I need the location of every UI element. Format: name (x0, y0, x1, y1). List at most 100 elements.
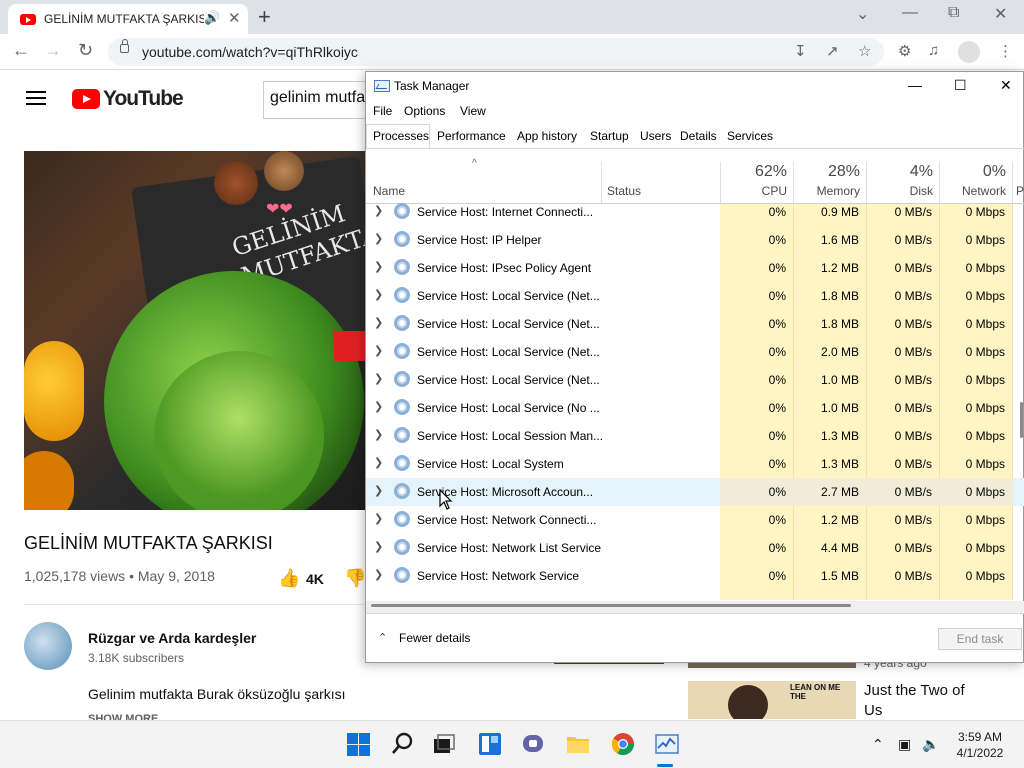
expand-chevron-icon[interactable]: ❯ (374, 428, 383, 441)
table-row[interactable]: ❯ Service Host: Local Service (No ... 0%… (366, 394, 1024, 422)
tab-users[interactable]: Users (640, 129, 671, 143)
tab-search-chevron-icon[interactable]: ⌄ (856, 4, 869, 24)
show-hidden-icons-icon[interactable]: ⌃ (872, 736, 884, 753)
expand-chevron-icon[interactable]: ❯ (374, 400, 383, 413)
chat-icon[interactable] (520, 731, 546, 757)
expand-chevron-icon[interactable]: ❯ (374, 344, 383, 357)
table-row[interactable]: ❯ Service Host: Local Service (Net... 0%… (366, 366, 1024, 394)
hamburger-menu-icon[interactable] (26, 91, 46, 93)
volume-icon[interactable]: 🔈 (922, 736, 939, 753)
youtube-logo-icon[interactable] (72, 89, 100, 109)
taskbar-clock[interactable]: 3:59 AM 4/1/2022 (950, 729, 1010, 761)
tab-startup[interactable]: Startup (590, 129, 629, 143)
cpu-percent[interactable]: 62% (721, 163, 787, 181)
channel-name[interactable]: Rüzgar ve Arda kardeşler (88, 630, 256, 646)
minimize-window-icon[interactable]: — (902, 4, 918, 22)
back-icon[interactable]: ← (12, 40, 30, 61)
tab-performance[interactable]: Performance (437, 129, 506, 143)
menu-file[interactable]: File (373, 104, 392, 118)
youtube-logo-text[interactable]: YouTube (103, 87, 184, 111)
tab-app-history[interactable]: App history (517, 129, 577, 143)
column-next[interactable]: P (1016, 184, 1024, 198)
network-percent[interactable]: 0% (940, 163, 1006, 181)
process-list[interactable]: ❯ Service Host: Internet Connecti... 0% … (366, 198, 1024, 601)
expand-chevron-icon[interactable]: ❯ (374, 456, 383, 469)
bookmark-star-icon[interactable]: ☆ (858, 42, 871, 60)
extensions-icon[interactable]: ⚙ (898, 42, 911, 60)
file-explorer-icon[interactable] (565, 731, 591, 757)
expand-chevron-icon[interactable]: ❯ (374, 316, 383, 329)
tab-close-icon[interactable]: ✕ (228, 9, 241, 27)
start-windows-icon[interactable] (347, 733, 370, 756)
new-tab-icon[interactable]: + (258, 4, 271, 30)
channel-avatar[interactable] (24, 622, 72, 670)
tm-maximize-icon[interactable]: ☐ (954, 77, 967, 94)
menu-view[interactable]: View (460, 104, 486, 118)
table-row[interactable]: ❯ Service Host: Network Service 0% 1.5 M… (366, 562, 1024, 590)
vertical-scrollbar-thumb[interactable] (1020, 402, 1023, 438)
tab-services[interactable]: Services (727, 129, 773, 143)
share-icon[interactable]: ↗ (826, 42, 839, 60)
horizontal-scrollbar-thumb[interactable] (371, 604, 851, 607)
chrome-menu-icon[interactable]: ⋮ (998, 42, 1013, 60)
chevron-up-icon[interactable]: ⌃ (378, 631, 387, 644)
column-network[interactable]: Network (940, 184, 1006, 198)
search-icon[interactable] (390, 731, 416, 757)
horizontal-scrollbar[interactable] (366, 601, 1024, 613)
recommended-title[interactable]: Just the Two of Us (864, 681, 984, 721)
end-task-button[interactable]: End task (938, 628, 1022, 650)
recommended-thumbnail-2[interactable]: LEAN ON ME THE (688, 681, 856, 719)
media-control-icon[interactable]: ♫ (928, 42, 939, 59)
video-player[interactable]: ❤❤ GELİNİM MUTFAKTA (24, 151, 365, 510)
expand-chevron-icon[interactable]: ❯ (374, 568, 383, 581)
expand-chevron-icon[interactable]: ❯ (374, 512, 383, 525)
widgets-icon[interactable] (477, 731, 503, 757)
url-text[interactable]: youtube.com/watch?v=qiThRlkoiyc (142, 44, 358, 60)
network-icon[interactable]: ▣ (898, 736, 911, 753)
restore-window-icon[interactable]: ⧉ (948, 4, 959, 22)
install-app-icon[interactable]: ↧ (794, 42, 807, 60)
disk-percent[interactable]: 4% (867, 163, 933, 181)
column-disk[interactable]: Disk (867, 184, 933, 198)
column-memory[interactable]: Memory (794, 184, 860, 198)
audio-playing-icon[interactable]: 🔊 (204, 10, 220, 26)
table-row[interactable]: ❯ Service Host: Network Connecti... 0% 1… (366, 506, 1024, 534)
table-row-highlighted[interactable]: ❯ Service Host: Microsoft Accoun... 0% 2… (366, 478, 1024, 506)
table-row[interactable]: ❯ Service Host: Local Service (Net... 0%… (366, 338, 1024, 366)
table-row[interactable]: ❯ Service Host: Internet Connecti... 0% … (366, 198, 1024, 226)
expand-chevron-icon[interactable]: ❯ (374, 288, 383, 301)
table-row[interactable]: ❯ Service Host: Local Service (Net... 0%… (366, 282, 1024, 310)
lock-icon[interactable] (120, 39, 129, 53)
tab-details[interactable]: Details (680, 129, 717, 143)
column-status[interactable]: Status (607, 184, 641, 198)
tm-close-icon[interactable]: ✕ (1000, 77, 1012, 94)
close-window-icon[interactable]: ✕ (994, 4, 1007, 24)
expand-chevron-icon[interactable]: ❯ (374, 540, 383, 553)
expand-chevron-icon[interactable]: ❯ (374, 484, 383, 497)
tm-minimize-icon[interactable]: — (908, 77, 922, 93)
table-row[interactable]: ❯ Service Host: IPsec Policy Agent 0% 1.… (366, 254, 1024, 282)
table-row[interactable]: ❯ Service Host: IP Helper 0% 1.6 MB 0 MB… (366, 226, 1024, 254)
expand-chevron-icon[interactable]: ❯ (374, 204, 383, 217)
table-row[interactable]: ❯ Service Host: Local Session Man... 0% … (366, 422, 1024, 450)
menu-options[interactable]: Options (404, 104, 445, 118)
table-row[interactable]: ❯ Service Host: Local Service (Net... 0%… (366, 310, 1024, 338)
table-row[interactable]: ❯ Service Host: Network List Service 0% … (366, 534, 1024, 562)
show-more-button[interactable]: SHOW MORE (88, 713, 158, 720)
profile-avatar-icon[interactable] (958, 41, 980, 63)
expand-chevron-icon[interactable]: ❯ (374, 260, 383, 273)
tab-processes[interactable]: Processes (373, 129, 429, 143)
reload-icon[interactable]: ↻ (78, 40, 93, 61)
column-name[interactable]: Name (373, 184, 405, 198)
task-view-icon[interactable] (431, 731, 457, 757)
task-manager-taskbar-icon[interactable] (654, 731, 680, 757)
like-count[interactable]: 4K (306, 571, 324, 587)
thumbs-down-icon[interactable]: 👎 (344, 568, 366, 589)
table-row[interactable]: ❯ Service Host: Local System 0% 1.3 MB 0… (366, 450, 1024, 478)
forward-icon[interactable]: → (44, 40, 62, 61)
thumbs-up-icon[interactable]: 👍 (278, 568, 300, 589)
youtube-search-input[interactable]: gelinim mutfa (270, 89, 365, 107)
memory-percent[interactable]: 28% (794, 163, 860, 181)
expand-chevron-icon[interactable]: ❯ (374, 372, 383, 385)
expand-chevron-icon[interactable]: ❯ (374, 232, 383, 245)
